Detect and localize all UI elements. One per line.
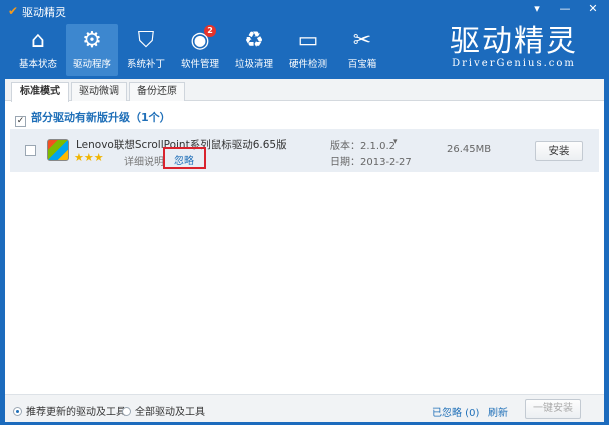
group-header[interactable]: ✓ 部分驱动有新版升级（1个） bbox=[15, 109, 171, 127]
tool-label: 基本状态 bbox=[18, 59, 57, 70]
tools-icon: ✂ bbox=[352, 28, 372, 53]
tab-tuning[interactable]: 驱动微调 bbox=[71, 82, 127, 101]
option-recommended[interactable]: 推荐更新的驱动及工具 bbox=[13, 403, 126, 418]
recycle-bin-icon: ♻ bbox=[244, 28, 264, 53]
group-checkbox[interactable]: ✓ bbox=[15, 116, 26, 127]
option-label: 推荐更新的驱动及工具 bbox=[26, 407, 126, 418]
tool-label: 垃圾清理 bbox=[234, 59, 273, 70]
tool-label: 百宝箱 bbox=[347, 59, 377, 70]
toolbar-basic-status[interactable]: ⌂ 基本状态 bbox=[12, 24, 64, 76]
install-all-button[interactable]: 一键安装 bbox=[525, 399, 581, 419]
refresh-link[interactable]: 刷新 bbox=[488, 404, 508, 419]
option-label: 全部驱动及工具 bbox=[135, 407, 205, 418]
driver-version[interactable]: 版本：2.1.0.2 bbox=[330, 137, 395, 152]
tool-label: 硬件检测 bbox=[288, 59, 327, 70]
tab-backup[interactable]: 备份还原 bbox=[129, 82, 185, 101]
notification-badge: 2 bbox=[204, 25, 216, 37]
monitor-icon: ▭ bbox=[297, 28, 319, 53]
tool-label: 软件管理 bbox=[180, 59, 219, 70]
ignored-link[interactable]: 已忽略 (0) bbox=[432, 404, 479, 419]
shield-icon: ⛉ bbox=[137, 28, 155, 53]
group-label: 部分驱动有新版升级（1个） bbox=[31, 111, 171, 124]
tool-label: 驱动程序 bbox=[72, 59, 111, 70]
gear-icon: ⚙ bbox=[82, 28, 102, 53]
rating-stars-icon: ★★★ bbox=[74, 151, 104, 164]
brand-name: 驱动精灵 bbox=[450, 24, 578, 59]
app-logo-icon: ✔ bbox=[8, 4, 19, 18]
driver-row: Lenovo联想ScrollPoint系列鼠标驱动6.65版 ★★★ 详细说明 … bbox=[10, 129, 599, 172]
tool-label: 系统补丁 bbox=[126, 59, 165, 70]
option-all[interactable]: 全部驱动及工具 bbox=[122, 403, 205, 418]
menu-icon[interactable]: ▾ bbox=[528, 2, 546, 18]
toolbar-drivers[interactable]: ⚙ 驱动程序 bbox=[66, 24, 118, 76]
disc-icon: ◉ bbox=[190, 28, 210, 53]
footer-bar: 推荐更新的驱动及工具 全部驱动及工具 已忽略 (0) 刷新 一键安装 bbox=[5, 394, 604, 422]
toolbar-toolbox[interactable]: ✂ 百宝箱 bbox=[336, 24, 388, 76]
brand-logo: 驱动精灵 DriverGenius.com bbox=[450, 24, 578, 70]
toolbar-cleanup[interactable]: ♻ 垃圾清理 bbox=[228, 24, 280, 76]
radio-icon bbox=[13, 407, 22, 416]
driver-size: 26.45MB bbox=[447, 144, 492, 155]
details-link[interactable]: 详细说明 bbox=[124, 153, 164, 168]
windows-icon bbox=[47, 139, 69, 161]
home-icon: ⌂ bbox=[31, 28, 45, 53]
ignore-link[interactable]: 忽略 bbox=[174, 152, 194, 167]
tab-bar: 标准模式 驱动微调 备份还原 bbox=[5, 79, 604, 102]
tab-standard[interactable]: 标准模式 bbox=[11, 82, 69, 102]
install-button[interactable]: 安装 bbox=[535, 141, 583, 161]
content-panel: 标准模式 驱动微调 备份还原 ✓ 部分驱动有新版升级（1个） Lenovo联想Sc… bbox=[5, 79, 604, 422]
minimize-button[interactable]: — bbox=[556, 2, 574, 18]
radio-icon bbox=[122, 407, 131, 416]
app-title: 驱动精灵 bbox=[22, 6, 66, 19]
version-dropdown-icon[interactable]: ▾ bbox=[393, 137, 398, 147]
driver-date: 日期：2013-2-27 bbox=[330, 157, 412, 168]
toolbar-hardware[interactable]: ▭ 硬件检测 bbox=[282, 24, 334, 76]
title-bar: ✔ 驱动精灵 ▾ — ✕ bbox=[0, 0, 609, 22]
toolbar-software[interactable]: ◉ 2 软件管理 bbox=[174, 24, 226, 76]
close-button[interactable]: ✕ bbox=[584, 2, 602, 18]
driver-checkbox[interactable] bbox=[25, 145, 36, 156]
brand-site: DriverGenius.com bbox=[452, 58, 576, 69]
toolbar-patches[interactable]: ⛉ 系统补丁 bbox=[120, 24, 172, 76]
